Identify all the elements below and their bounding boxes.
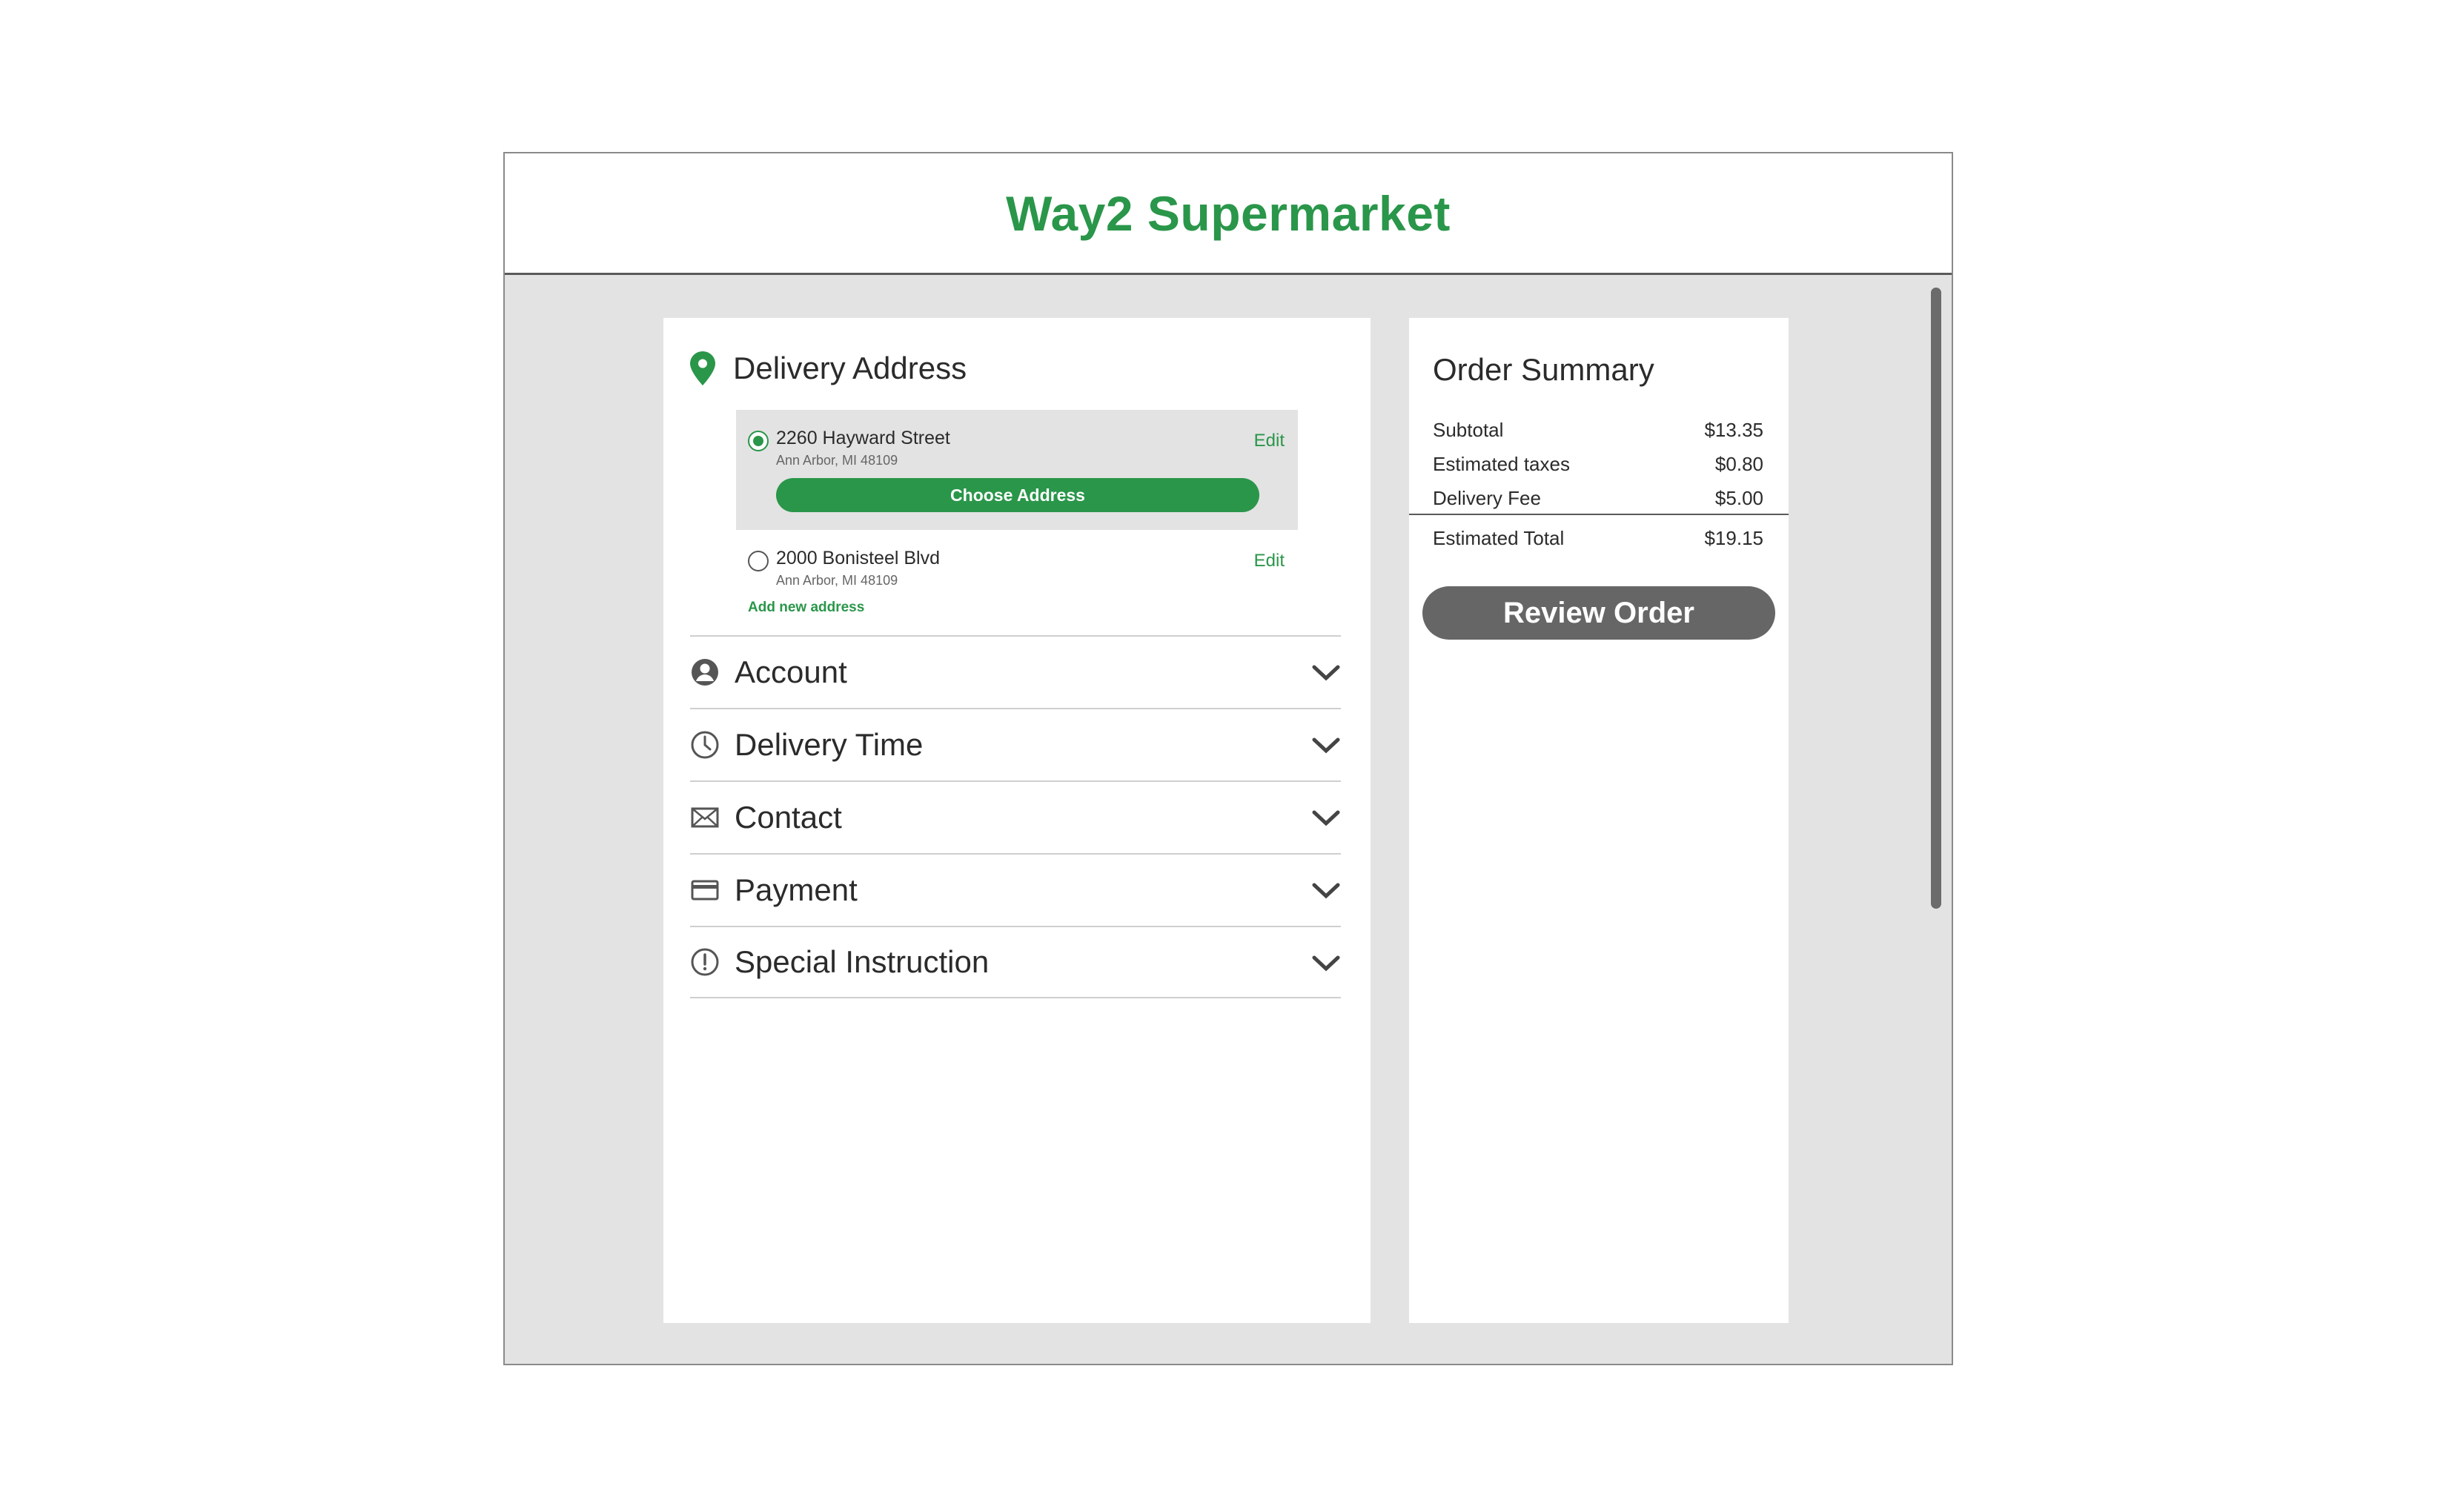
total-value: $19.15 — [1704, 527, 1763, 549]
address-city-1: Ann Arbor, MI 48109 — [776, 453, 898, 468]
chevron-down-icon[interactable] — [1311, 663, 1341, 683]
brand-title: Way2 Supermarket — [1006, 185, 1451, 241]
clock-icon — [691, 731, 719, 759]
scrollbar[interactable] — [1931, 282, 1941, 1361]
summary-label: Delivery Fee — [1433, 487, 1541, 509]
exclamation-icon — [691, 948, 719, 976]
summary-row-taxes: Estimated taxes $0.80 — [1433, 453, 1763, 476]
app-window: Way2 Supermarket Delivery Address 2260 H… — [503, 152, 1953, 1365]
address-radio-1[interactable] — [748, 431, 769, 451]
chevron-down-icon[interactable] — [1311, 954, 1341, 973]
address-street-2: 2000 Bonisteel Blvd — [776, 548, 940, 568]
delivery-address-header: Delivery Address — [690, 351, 967, 386]
section-label-account: Account — [735, 654, 847, 689]
total-label: Estimated Total — [1433, 527, 1565, 549]
address-city-2: Ann Arbor, MI 48109 — [776, 573, 898, 588]
address-radio-2[interactable] — [748, 551, 769, 571]
summary-value: $0.80 — [1714, 453, 1763, 475]
summary-row-total: Estimated Total $19.15 — [1433, 527, 1763, 550]
summary-value: $13.35 — [1704, 419, 1763, 441]
location-pin-icon — [690, 351, 715, 385]
summary-divider — [1409, 514, 1789, 515]
selected-address-card[interactable]: 2260 Hayward Street Ann Arbor, MI 48109 … — [736, 410, 1298, 530]
section-label-payment: Payment — [735, 872, 858, 907]
chevron-down-icon[interactable] — [1311, 881, 1341, 901]
summary-label: Estimated taxes — [1433, 453, 1570, 475]
add-new-address-link[interactable]: Add new address — [748, 600, 864, 616]
summary-row-delivery-fee: Delivery Fee $5.00 — [1433, 487, 1763, 510]
summary-value: $5.00 — [1714, 487, 1763, 509]
choose-address-button[interactable]: Choose Address — [776, 478, 1259, 512]
summary-label: Subtotal — [1433, 419, 1504, 441]
order-summary-title: Order Summary — [1433, 352, 1654, 387]
section-label-special-instruction: Special Instruction — [735, 944, 990, 979]
section-label-contact: Contact — [735, 800, 842, 835]
section-payment[interactable]: Payment — [690, 853, 1341, 926]
credit-card-icon — [691, 880, 719, 901]
section-delivery-time[interactable]: Delivery Time — [690, 708, 1341, 780]
address-option-2[interactable]: 2000 Bonisteel Blvd Ann Arbor, MI 48109 … — [736, 530, 1298, 589]
summary-row-subtotal: Subtotal $13.35 — [1433, 419, 1763, 442]
edit-address-2-link[interactable]: Edit — [1254, 551, 1285, 571]
section-special-instruction[interactable]: Special Instruction — [690, 926, 1341, 998]
header: Way2 Supermarket — [505, 153, 1952, 275]
order-summary-panel: Order Summary Subtotal $13.35 Estimated … — [1409, 318, 1789, 1323]
address-street-1: 2260 Hayward Street — [776, 428, 950, 448]
scrollbar-thumb[interactable] — [1931, 288, 1941, 909]
section-contact[interactable]: Contact — [690, 780, 1341, 853]
section-label-delivery-time: Delivery Time — [735, 727, 924, 762]
edit-address-1-link[interactable]: Edit — [1254, 431, 1285, 451]
chevron-down-icon[interactable] — [1311, 809, 1341, 828]
envelope-icon — [691, 807, 719, 828]
review-order-button[interactable]: Review Order — [1422, 586, 1775, 640]
checkout-sections: Account Delivery Time Contact Payment Sp… — [690, 635, 1341, 998]
delivery-address-title: Delivery Address — [733, 351, 967, 385]
account-icon — [692, 659, 718, 686]
chevron-down-icon[interactable] — [1311, 736, 1341, 755]
checkout-panel: Delivery Address 2260 Hayward Street Ann… — [663, 318, 1371, 1323]
section-account[interactable]: Account — [690, 635, 1341, 708]
